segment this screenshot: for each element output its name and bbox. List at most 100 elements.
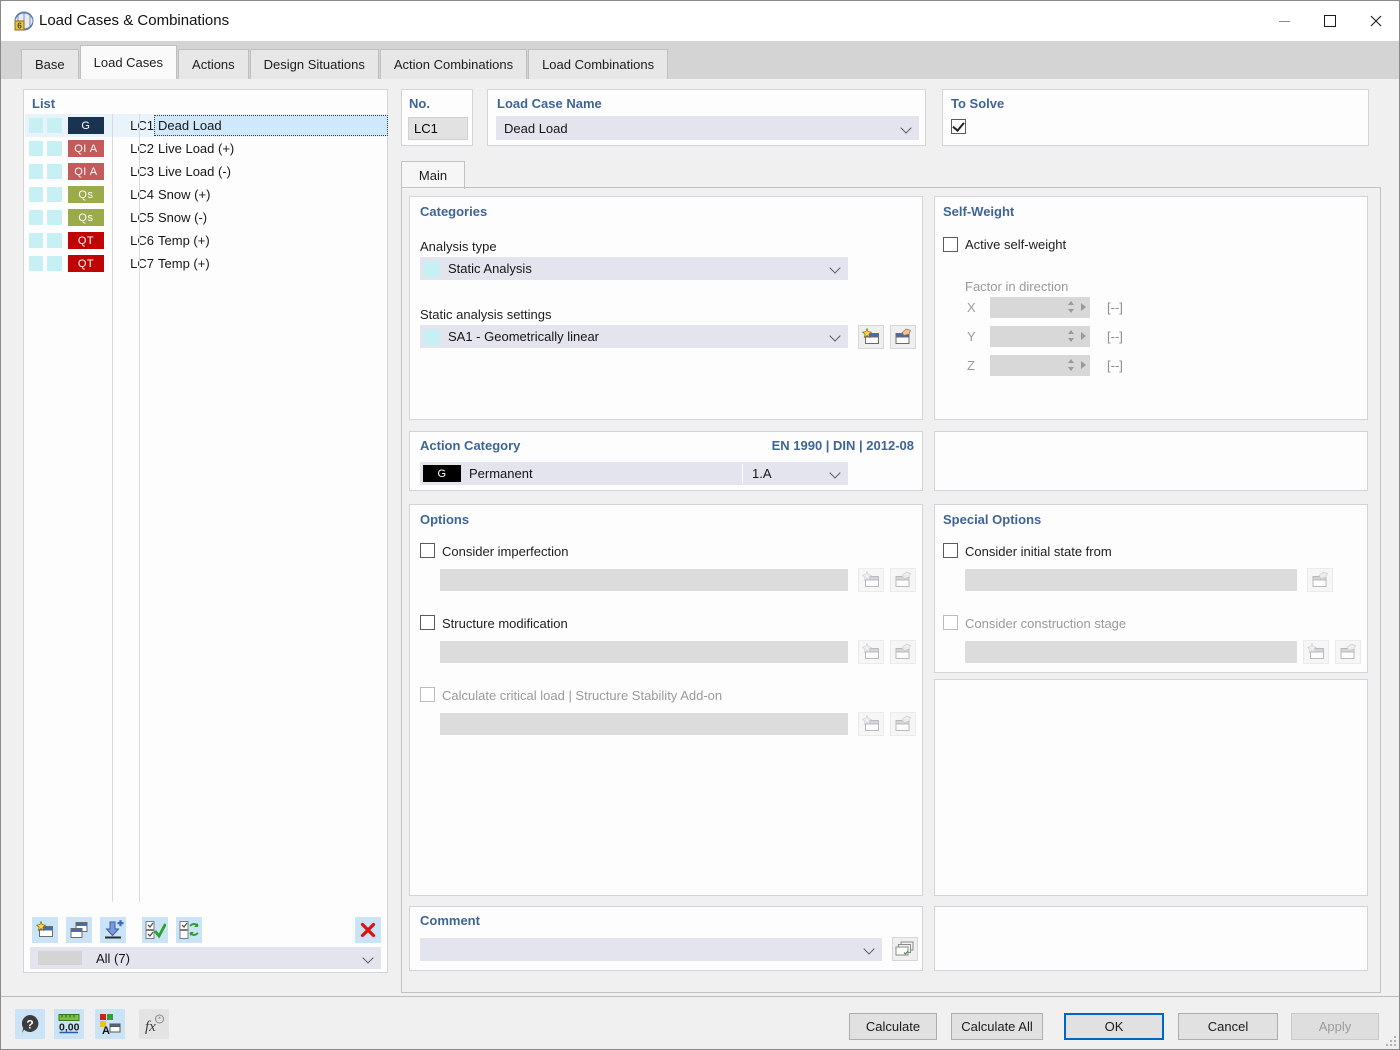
categories-header: Categories xyxy=(420,204,487,219)
subcategory-value[interactable]: 1.A xyxy=(752,466,772,481)
empty-group xyxy=(934,431,1368,491)
units-settings-button[interactable]: 0,00 xyxy=(54,1009,84,1039)
load-case-name-select[interactable]: Dead Load xyxy=(496,116,919,140)
analysis-type-label: Analysis type xyxy=(420,239,497,254)
consider-initial-state-checkbox[interactable] xyxy=(943,543,958,558)
load-case-row[interactable]: Qs LC4 Snow (+) xyxy=(25,183,388,206)
load-case-row[interactable]: QT LC7 Temp (+) xyxy=(25,252,388,275)
row-toggle-cell[interactable] xyxy=(29,164,43,179)
active-self-weight-checkbox[interactable] xyxy=(943,237,958,252)
row-toggle-cell[interactable] xyxy=(47,118,61,133)
load-case-name-value: Dead Load xyxy=(496,121,568,136)
multiline-comment-button[interactable] xyxy=(892,937,918,961)
tab-load-combinations[interactable]: Load Combinations xyxy=(528,49,668,79)
load-case-row[interactable]: Qs LC5 Snow (-) xyxy=(25,206,388,229)
static-analysis-settings-select[interactable]: SA1 - Geometrically linear xyxy=(420,325,848,348)
consider-imperfection-checkbox[interactable] xyxy=(420,543,435,558)
row-toggle-cell[interactable] xyxy=(29,118,43,133)
categories-group: Categories Analysis type Static Analysis… xyxy=(409,196,923,420)
load-case-name[interactable]: Live Load (+) xyxy=(154,138,388,159)
comment-input[interactable] xyxy=(420,938,882,961)
tab-load-cases[interactable]: Load Cases xyxy=(80,45,177,79)
row-toggle-cell[interactable] xyxy=(29,210,43,225)
load-case-list-panel: List G LC1 Dead Load QI A LC2 Live Load … xyxy=(23,89,388,973)
invert-selection-button[interactable] xyxy=(176,917,202,943)
svg-text:0,00: 0,00 xyxy=(59,1022,80,1034)
load-case-name[interactable]: Temp (+) xyxy=(154,253,388,274)
construction-stage-field xyxy=(965,641,1297,663)
row-toggle-cell[interactable] xyxy=(29,256,43,271)
ok-button[interactable]: OK xyxy=(1064,1013,1164,1040)
empty-group xyxy=(934,906,1368,971)
title-bar[interactable]: 6 Load Cases & Combinations xyxy=(1,1,1399,41)
edit-critical-load-button xyxy=(890,712,916,736)
new-settings-button[interactable] xyxy=(858,325,884,349)
load-case-name[interactable]: Dead Load xyxy=(154,115,388,136)
row-toggle-cell[interactable] xyxy=(29,233,43,248)
new-load-case-button[interactable] xyxy=(32,917,58,943)
row-toggle-cell[interactable] xyxy=(47,233,61,248)
row-toggle-cell[interactable] xyxy=(47,187,61,202)
load-case-name[interactable]: Snow (-) xyxy=(154,207,388,228)
load-case-row[interactable]: QT LC6 Temp (+) xyxy=(25,229,388,252)
factor-direction-label: Factor in direction xyxy=(965,279,1068,294)
load-case-number: LC1 xyxy=(127,118,154,133)
edit-icon xyxy=(1310,571,1330,589)
resize-grip[interactable] xyxy=(1385,1035,1397,1047)
self-weight-group: Self-Weight Active self-weight Factor in… xyxy=(934,196,1368,420)
structure-modification-checkbox[interactable] xyxy=(420,615,435,630)
calculate-button[interactable]: Calculate xyxy=(849,1013,937,1040)
function-button[interactable]: fx xyxy=(139,1009,169,1039)
row-toggle-cell[interactable] xyxy=(47,256,61,271)
select-all-button[interactable] xyxy=(142,917,168,943)
insert-load-case-button[interactable] xyxy=(100,917,126,943)
close-button[interactable] xyxy=(1353,1,1399,41)
tab-main[interactable]: Main xyxy=(401,161,465,189)
chevron-down-icon xyxy=(829,262,840,273)
invert-selection-icon xyxy=(178,920,200,940)
load-case-number: LC3 xyxy=(127,164,154,179)
tab-action-combinations[interactable]: Action Combinations xyxy=(380,49,527,79)
tab-base[interactable]: Base xyxy=(21,49,79,79)
tab-actions[interactable]: Actions xyxy=(178,49,249,79)
critical-load-field xyxy=(440,713,848,735)
row-toggle-cell[interactable] xyxy=(47,164,61,179)
analysis-type-select[interactable]: Static Analysis xyxy=(420,257,848,280)
row-toggle-cell[interactable] xyxy=(29,141,43,156)
minimize-button[interactable] xyxy=(1261,1,1307,41)
load-case-name[interactable]: Snow (+) xyxy=(154,184,388,205)
row-toggle-cell[interactable] xyxy=(47,210,61,225)
maximize-button[interactable] xyxy=(1307,1,1353,41)
cancel-button[interactable]: Cancel xyxy=(1178,1013,1278,1040)
row-toggle-cell[interactable] xyxy=(29,187,43,202)
row-toggle-cell[interactable] xyxy=(47,141,61,156)
category-badge: QT xyxy=(68,255,104,272)
column-divider xyxy=(139,114,140,902)
calculate-all-button[interactable]: Calculate All xyxy=(951,1013,1043,1040)
no-field[interactable]: LC1 xyxy=(408,117,468,140)
to-solve-checkbox[interactable] xyxy=(951,119,966,134)
new-icon xyxy=(861,715,881,733)
copy-load-case-button[interactable] xyxy=(66,917,92,943)
load-case-row[interactable]: QI A LC2 Live Load (+) xyxy=(25,137,388,160)
load-case-row[interactable]: G LC1 Dead Load xyxy=(25,114,388,137)
edit-settings-button[interactable] xyxy=(890,325,916,349)
critical-load-label: Calculate critical load | Structure Stab… xyxy=(442,688,722,703)
to-solve-header: To Solve xyxy=(951,96,1004,111)
filter-dropdown[interactable]: All (7) xyxy=(30,947,381,969)
help-button[interactable]: ? xyxy=(15,1009,45,1039)
load-case-name[interactable]: Temp (+) xyxy=(154,230,388,251)
load-case-name[interactable]: Live Load (-) xyxy=(154,161,388,182)
action-category-select[interactable]: G Permanent 1.A xyxy=(420,462,848,485)
new-icon xyxy=(861,571,881,589)
tab-design-situations[interactable]: Design Situations xyxy=(250,49,379,79)
category-badge: Qs xyxy=(68,209,104,226)
display-settings-button[interactable]: A xyxy=(95,1009,125,1039)
load-case-row[interactable]: QI A LC3 Live Load (-) xyxy=(25,160,388,183)
edit-icon xyxy=(1338,643,1358,661)
standard-label: EN 1990 | DIN | 2012-08 xyxy=(772,438,914,453)
unit-label: [--] xyxy=(1107,329,1123,344)
delete-load-case-button[interactable] xyxy=(355,917,381,943)
new-structure-modification-button xyxy=(858,640,884,664)
chevron-down-icon xyxy=(863,943,874,954)
